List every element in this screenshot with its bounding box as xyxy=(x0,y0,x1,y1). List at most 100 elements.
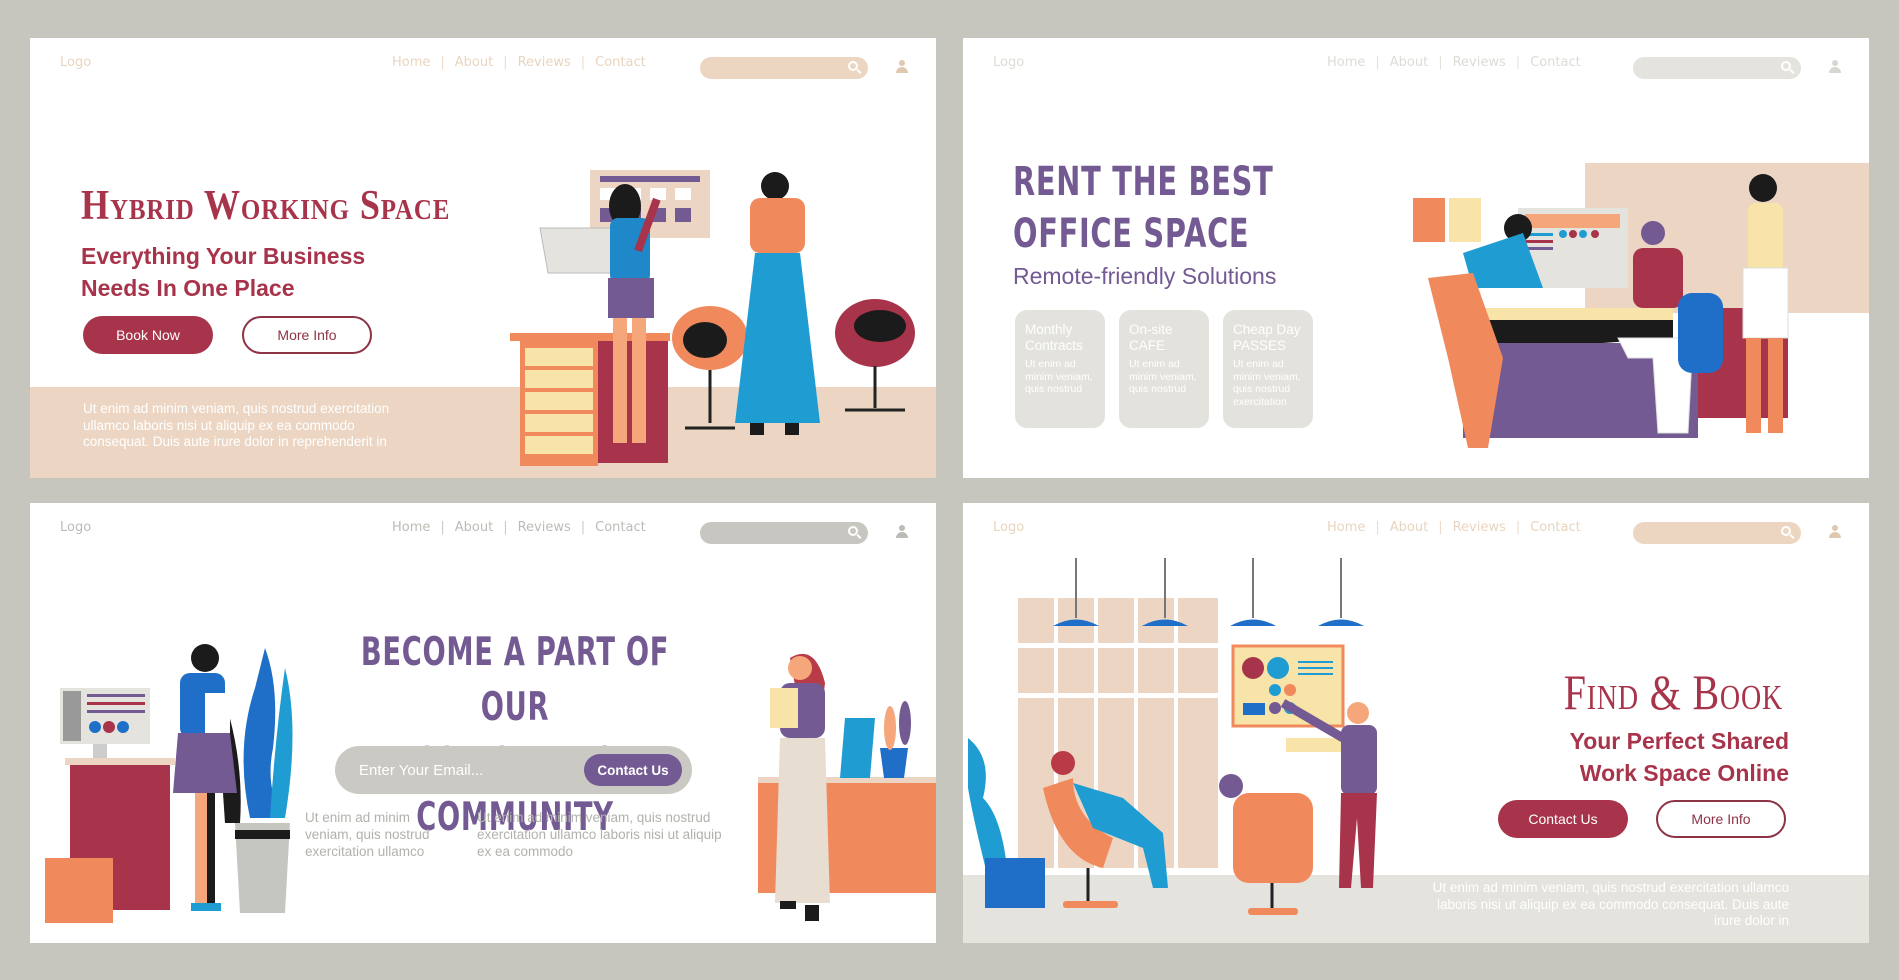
nav-link-about[interactable]: About xyxy=(455,55,493,70)
nav-link-home[interactable]: Home xyxy=(1327,55,1365,70)
feature-card-day-passes[interactable]: Cheap Day PASSES Ut enim ad minim veniam,… xyxy=(1223,310,1313,428)
landing-panel-rent: Logo Home | About | Reviews | Contact RENT … xyxy=(963,38,1869,478)
landing-panel-find-book: Logo Home | About | Reviews | Contact Ut en… xyxy=(963,503,1869,943)
user-icon[interactable] xyxy=(1829,60,1841,74)
body-text-col1: Ut enim ad minim veniam, quis nostrud ex… xyxy=(305,810,430,859)
plant xyxy=(968,738,1008,878)
person-seated xyxy=(1219,774,1243,798)
user-icon[interactable] xyxy=(896,60,908,74)
body-text-col2: Ut enim ad minim veniam, quis nostrud ex… xyxy=(477,810,722,859)
nav-links: Home | About | Reviews | Contact xyxy=(392,55,646,70)
body-text: Ut enim ad minim veniam, quis nostrud ex… xyxy=(1432,880,1789,928)
person-reclining xyxy=(1051,751,1075,775)
more-info-button[interactable]: More Info xyxy=(1656,800,1786,838)
office-illustration xyxy=(968,558,1377,915)
nav-link-home[interactable]: Home xyxy=(392,520,430,535)
card-body: Ut enim ad minim veniam, quis nostrud ex… xyxy=(1233,358,1301,408)
nav-link-contact[interactable]: Contact xyxy=(1530,55,1581,70)
email-input[interactable] xyxy=(359,758,559,782)
office-illustration xyxy=(510,170,915,466)
landing-panel-community: Logo Home | About | Reviews | Contact BECOM… xyxy=(30,503,936,943)
nav-separator: | xyxy=(1375,55,1380,70)
card-title: Cheap Day PASSES xyxy=(1233,322,1301,353)
logo[interactable]: Logo xyxy=(993,55,1024,70)
nav-links: Home | About | Reviews | Contact xyxy=(392,520,646,535)
chair xyxy=(1233,793,1313,883)
nav-link-home[interactable]: Home xyxy=(392,55,430,70)
nav-link-contact[interactable]: Contact xyxy=(595,55,646,70)
nav-links: Home | About | Reviews | Contact xyxy=(1327,55,1581,70)
nav-separator: | xyxy=(580,55,586,70)
more-info-button[interactable]: More Info xyxy=(242,316,372,354)
nav-separator: | xyxy=(503,520,508,535)
search-input[interactable] xyxy=(1633,57,1801,79)
feature-card-cafe[interactable]: On-site CAFE Ut enim ad minim veniam, qui… xyxy=(1119,310,1209,428)
nav-link-contact[interactable]: Contact xyxy=(1530,520,1581,535)
search-icon[interactable] xyxy=(1781,526,1791,536)
card-body: Ut enim ad minim veniam, quis nostrud xyxy=(1025,358,1093,395)
person-right xyxy=(761,172,789,200)
nav-link-reviews[interactable]: Reviews xyxy=(518,55,571,70)
body-text: Ut enim ad minim veniam, quis nostrud ex… xyxy=(83,401,390,449)
card-body: Ut enim ad minim veniam, quis nostrud xyxy=(1129,358,1197,395)
nav-link-about[interactable]: About xyxy=(1390,520,1428,535)
person-standing xyxy=(1749,174,1777,202)
logo[interactable]: Logo xyxy=(60,55,91,70)
nav-separator: | xyxy=(580,520,586,535)
nav-separator: | xyxy=(440,55,445,70)
nav-separator: | xyxy=(503,55,508,70)
nav-link-reviews[interactable]: Reviews xyxy=(1453,520,1506,535)
hero-subtitle: Your Perfect Shared Work Space Online xyxy=(1569,728,1789,786)
hero-title: Find & Book xyxy=(1563,664,1783,720)
navbar: Logo Home | About | Reviews | Contact xyxy=(963,503,1869,555)
search-icon[interactable] xyxy=(1781,61,1791,71)
nav-links: Home | About | Reviews | Contact xyxy=(1327,520,1581,535)
search-input[interactable] xyxy=(1633,522,1801,544)
user-icon[interactable] xyxy=(1829,525,1841,539)
nav-link-reviews[interactable]: Reviews xyxy=(518,520,571,535)
nav-separator: | xyxy=(440,520,445,535)
navbar: Logo Home | About | Reviews | Contact xyxy=(963,38,1869,90)
nav-link-reviews[interactable]: Reviews xyxy=(1453,55,1506,70)
search-icon[interactable] xyxy=(848,526,858,536)
chair xyxy=(1678,293,1723,373)
hero-title: Hybrid Working Space xyxy=(81,183,451,229)
user-icon[interactable] xyxy=(896,525,908,539)
nav-separator: | xyxy=(1438,520,1443,535)
nav-link-contact[interactable]: Contact xyxy=(595,520,646,535)
navbar: Logo Home | About | Reviews | Contact xyxy=(30,503,936,555)
hero-subtitle: Everything Your Business Needs In One Pla… xyxy=(81,243,366,301)
feature-card-monthly[interactable]: Monthly Contracts Ut enim ad minim veniam… xyxy=(1015,310,1105,428)
landing-panel-hybrid: Logo Home | About | Reviews | Contact Ut en… xyxy=(30,38,936,478)
office-illustration-right xyxy=(758,653,936,921)
book-now-button[interactable]: Book Now xyxy=(83,316,213,354)
navbar: Logo Home | About | Reviews | Contact xyxy=(30,38,936,90)
newsletter-form: Contact Us xyxy=(335,746,692,794)
person-sitting xyxy=(1641,221,1665,245)
search-input[interactable] xyxy=(700,57,868,79)
search-icon[interactable] xyxy=(848,61,858,71)
card-title: Monthly Contracts xyxy=(1025,322,1083,353)
nav-separator: | xyxy=(1438,55,1443,70)
person-presenter xyxy=(1347,702,1369,724)
nav-separator: | xyxy=(1515,55,1521,70)
hero-title: RENT THE BEST OFFICE SPACE xyxy=(1013,159,1274,257)
office-illustration-left xyxy=(45,644,293,923)
contact-us-button[interactable]: Contact Us xyxy=(1498,800,1628,838)
nav-link-home[interactable]: Home xyxy=(1327,520,1365,535)
nav-separator: | xyxy=(1515,520,1521,535)
office-illustration xyxy=(1413,163,1869,448)
logo[interactable]: Logo xyxy=(993,520,1024,535)
nav-link-about[interactable]: About xyxy=(1390,55,1428,70)
search-input[interactable] xyxy=(700,522,868,544)
nav-separator: | xyxy=(1375,520,1380,535)
hero-subtitle: Remote-friendly Solutions xyxy=(1013,263,1277,289)
laptop xyxy=(840,718,875,778)
card-title: On-site CAFE xyxy=(1129,322,1173,353)
box xyxy=(45,858,113,923)
nav-link-about[interactable]: About xyxy=(455,520,493,535)
logo[interactable]: Logo xyxy=(60,520,91,535)
contact-us-button[interactable]: Contact Us xyxy=(584,754,682,786)
person xyxy=(191,644,219,672)
pot xyxy=(880,748,908,778)
